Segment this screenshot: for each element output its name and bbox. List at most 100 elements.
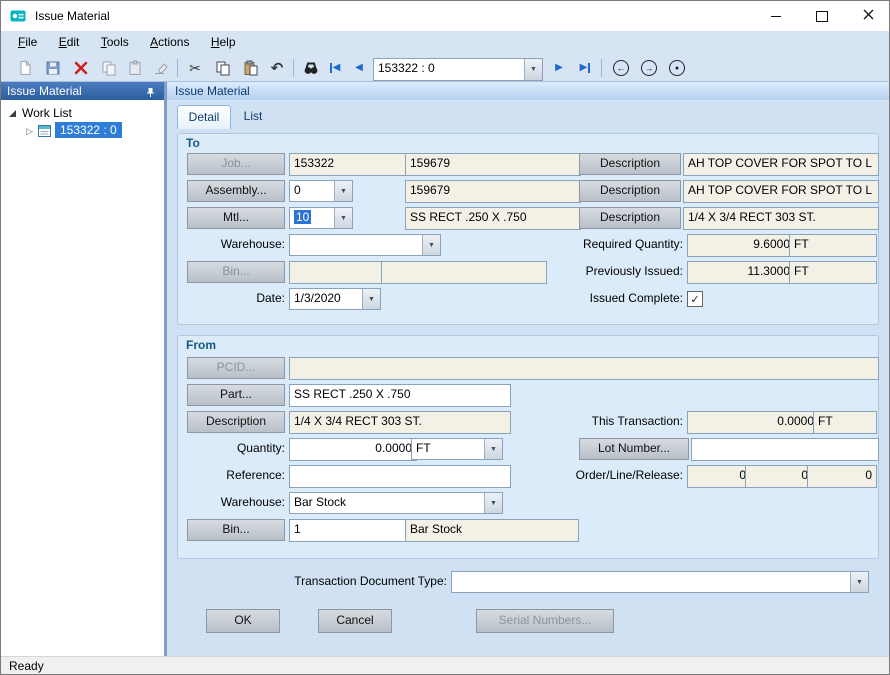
tab-detail[interactable]: Detail (177, 105, 231, 129)
tree-root-worklist[interactable]: Work List (22, 104, 72, 122)
required-quantity-label: Required Quantity: (541, 234, 683, 254)
mtl-part-input: SS RECT .250 X .750 (405, 207, 581, 230)
menu-bar: File Edit Tools Actions Help (1, 31, 889, 54)
tree-collapse-icon[interactable]: ▷ (26, 122, 33, 140)
paste-button[interactable] (239, 57, 263, 79)
minimize-button[interactable] (753, 1, 799, 31)
issued-complete-label: Issued Complete: (541, 288, 683, 308)
issued-complete-checkbox[interactable]: ✓ (687, 291, 703, 307)
undo-button[interactable]: ↶ (265, 57, 289, 79)
quantity-label: Quantity: (187, 438, 285, 458)
from-bin-desc-input: Bar Stock (405, 519, 579, 542)
date-label: Date: (187, 288, 285, 308)
mtl-combobox[interactable]: 10 ▼ (289, 207, 353, 229)
status-bar: Ready (1, 656, 889, 675)
chevron-down-icon[interactable]: ▼ (334, 208, 352, 228)
chevron-down-icon[interactable]: ▼ (334, 181, 352, 201)
assembly-description-input: AH TOP COVER FOR SPOT TO L (683, 180, 879, 203)
previously-issued-label: Previously Issued: (541, 261, 683, 281)
first-record-button[interactable]: ◀ (323, 57, 347, 79)
previous-record-button[interactable]: ◀ (347, 57, 371, 79)
assembly-button[interactable]: Assembly... (187, 180, 285, 202)
required-quantity-um-input: FT (789, 234, 877, 257)
quantity-um-combobox[interactable]: FT ▼ (411, 438, 503, 460)
part-button[interactable]: Part... (187, 384, 285, 406)
copy-button[interactable] (211, 57, 235, 79)
save-button[interactable] (41, 57, 65, 79)
cut-button[interactable]: ✂ (183, 57, 207, 79)
tree-expander-icon[interactable] (9, 110, 16, 117)
job-description-input: AH TOP COVER FOR SPOT TO L (683, 153, 879, 176)
cut-icon: ✂ (189, 61, 201, 75)
description-button-from[interactable]: Description (187, 411, 285, 433)
to-bin-desc-input (381, 261, 547, 284)
date-combobox[interactable]: 1/3/2020 ▼ (289, 288, 381, 310)
chevron-down-icon[interactable]: ▼ (422, 235, 440, 255)
duplicate-icon (101, 60, 117, 76)
transaction-document-type-combobox[interactable]: ▼ (451, 571, 869, 593)
to-warehouse-combobox[interactable]: ▼ (289, 234, 441, 256)
from-warehouse-combobox[interactable]: Bar Stock ▼ (289, 492, 503, 514)
chevron-down-icon[interactable]: ▼ (484, 439, 502, 459)
release-input: 0 (807, 465, 877, 488)
description-button-job[interactable]: Description (579, 153, 681, 175)
toolbar-separator (601, 59, 602, 77)
last-record-icon: ▶ (580, 63, 591, 73)
description-button-assembly[interactable]: Description (579, 180, 681, 202)
eraser-icon (153, 60, 169, 76)
menu-item-help[interactable]: Help (202, 31, 245, 53)
from-warehouse-label: Warehouse: (187, 492, 285, 512)
next-record-button[interactable]: ▶ (547, 57, 571, 79)
mtl-button[interactable]: Mtl... (187, 207, 285, 229)
job-button: Job... (187, 153, 285, 175)
part-input[interactable]: SS RECT .250 X .750 (289, 384, 511, 407)
main-panel-title: Issue Material (175, 84, 250, 98)
chevron-down-icon[interactable]: ▼ (524, 59, 542, 80)
from-bin-input[interactable]: 1 (289, 519, 411, 542)
window-title: Issue Material (35, 1, 110, 31)
job-ref-input: 159679 (405, 153, 581, 176)
pcid-button: PCID... (187, 357, 285, 379)
quantity-um-value: FT (416, 440, 484, 457)
menu-item-edit[interactable]: Edit (50, 31, 89, 53)
tree-item-153322[interactable]: 153322 : 0 (55, 122, 122, 138)
app-icon (10, 8, 26, 27)
reference-input[interactable] (289, 465, 511, 488)
menu-item-tools[interactable]: Tools (92, 31, 138, 53)
assembly-value: 0 (294, 182, 334, 199)
assembly-combobox[interactable]: 0 ▼ (289, 180, 353, 202)
find-button[interactable] (299, 57, 323, 79)
forward-button[interactable]: → (637, 57, 661, 79)
close-button[interactable] (845, 1, 890, 31)
previously-issued-input: 11.3000 (687, 261, 795, 284)
delete-button[interactable] (69, 57, 93, 79)
new-icon (17, 60, 33, 76)
reference-label: Reference: (187, 465, 285, 485)
bin-button-to: Bin... (187, 261, 285, 283)
worklist-tree-panel (1, 100, 164, 656)
bin-button-from[interactable]: Bin... (187, 519, 285, 541)
maximize-button[interactable] (799, 1, 845, 31)
description-button-mtl[interactable]: Description (579, 207, 681, 229)
lot-number-button[interactable]: Lot Number... (579, 438, 689, 460)
back-button[interactable]: ← (609, 57, 633, 79)
quantity-input[interactable]: 0.0000 (289, 438, 417, 461)
lot-number-input[interactable] (691, 438, 879, 461)
left-panel-title: Issue Material (7, 84, 82, 98)
stop-button[interactable]: ● (665, 57, 689, 79)
stop-icon: ● (669, 60, 685, 76)
undo-icon: ↶ (271, 61, 284, 76)
ok-button[interactable]: OK (206, 609, 280, 633)
record-combobox[interactable]: 153322 : 0 ▼ (373, 58, 543, 81)
forward-icon: → (641, 60, 657, 76)
tab-list[interactable]: List (233, 105, 273, 128)
chevron-down-icon[interactable]: ▼ (850, 572, 868, 592)
maximize-icon (816, 11, 828, 22)
menu-item-file[interactable]: File (9, 31, 46, 53)
chevron-down-icon[interactable]: ▼ (362, 289, 380, 309)
last-record-button[interactable]: ▶ (573, 57, 597, 79)
menu-item-actions[interactable]: Actions (141, 31, 198, 53)
assembly-ref-input: 159679 (405, 180, 581, 203)
cancel-button[interactable]: Cancel (318, 609, 392, 633)
chevron-down-icon[interactable]: ▼ (484, 493, 502, 513)
